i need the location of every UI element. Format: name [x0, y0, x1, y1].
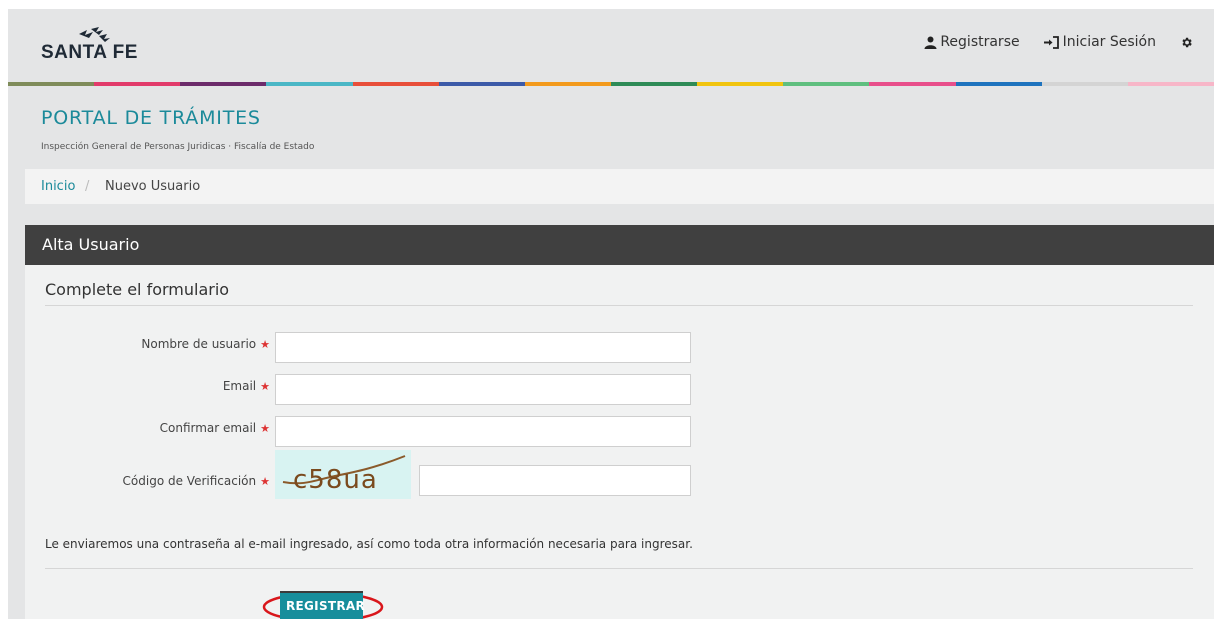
color-bar-segment: [610, 82, 698, 86]
email-label: Email ★: [25, 379, 270, 393]
color-bar-segment: [352, 82, 439, 86]
breadcrumb-current: Nuevo Usuario: [105, 179, 201, 194]
captcha-text: c58ua: [293, 465, 378, 495]
panel-title: Alta Usuario: [42, 235, 140, 254]
color-bar-segment: [697, 82, 784, 86]
username-label-text: Nombre de usuario: [141, 337, 257, 351]
page-subtitle: Inspección General de Personas Juridicas…: [41, 142, 315, 152]
settings-button[interactable]: [1180, 36, 1196, 49]
color-bar-segment: [869, 82, 956, 86]
form-heading: Complete el formulario: [45, 280, 230, 299]
user-icon: [924, 36, 937, 49]
divider: [45, 305, 1193, 306]
login-link[interactable]: Iniciar Sesión: [1043, 34, 1156, 50]
color-bar-segment: [1041, 82, 1128, 86]
user-nav: Registrarse Iniciar Sesión: [924, 34, 1196, 50]
color-bar-segment: [180, 82, 267, 86]
email-label-text: Email: [222, 379, 257, 393]
login-link-label: Iniciar Sesión: [1062, 34, 1156, 50]
username-input[interactable]: [275, 332, 691, 363]
santa-fe-logo[interactable]: SANTA FE: [41, 26, 151, 66]
sign-in-icon: [1043, 35, 1059, 49]
color-bar-segment: [1127, 82, 1214, 86]
breadcrumb-separator: /: [85, 179, 90, 194]
divider: [45, 568, 1193, 569]
confirm-email-label-text: Confirmar email: [159, 421, 257, 435]
breadcrumb: Inicio / Nuevo Usuario: [25, 169, 1214, 204]
color-bar-segment: [438, 82, 525, 86]
page: SANTA FE Registrarse Iniciar Sesión PORT…: [8, 9, 1214, 619]
registration-panel: Alta Usuario Complete el formulario Nomb…: [25, 225, 1214, 619]
brand-color-bar: [8, 82, 1214, 86]
breadcrumb-home-link[interactable]: Inicio: [41, 169, 75, 204]
confirm-email-label: Confirmar email ★: [25, 421, 270, 435]
captcha-label: Código de Verificación ★: [25, 474, 270, 488]
required-star-icon: ★: [260, 380, 270, 393]
page-title: PORTAL DE TRÁMITES: [41, 107, 261, 129]
color-bar-segment: [783, 82, 870, 86]
color-bar-segment: [266, 82, 353, 86]
info-text: Le enviaremos una contraseña al e-mail i…: [45, 537, 693, 551]
username-label: Nombre de usuario ★: [25, 337, 270, 351]
confirm-email-input[interactable]: [275, 416, 691, 447]
register-link[interactable]: Registrarse: [924, 34, 1020, 50]
color-bar-segment: [524, 82, 611, 86]
captcha-label-text: Código de Verificación: [122, 474, 257, 488]
panel-header: Alta Usuario: [25, 225, 1214, 265]
required-star-icon: ★: [260, 475, 270, 488]
captcha-image: c58ua: [275, 450, 411, 499]
captcha-input[interactable]: [419, 465, 691, 496]
color-bar-segment: [8, 82, 95, 86]
logo-text: SANTA FE: [41, 42, 138, 63]
required-star-icon: ★: [260, 338, 270, 351]
register-link-label: Registrarse: [940, 34, 1020, 50]
required-star-icon: ★: [260, 422, 270, 435]
color-bar-segment: [94, 82, 181, 86]
register-button[interactable]: REGISTRAR: [280, 591, 365, 619]
top-navbar: SANTA FE Registrarse Iniciar Sesión: [8, 9, 1214, 82]
gear-icon: [1182, 37, 1192, 47]
email-input[interactable]: [275, 374, 691, 405]
color-bar-segment: [955, 82, 1042, 86]
